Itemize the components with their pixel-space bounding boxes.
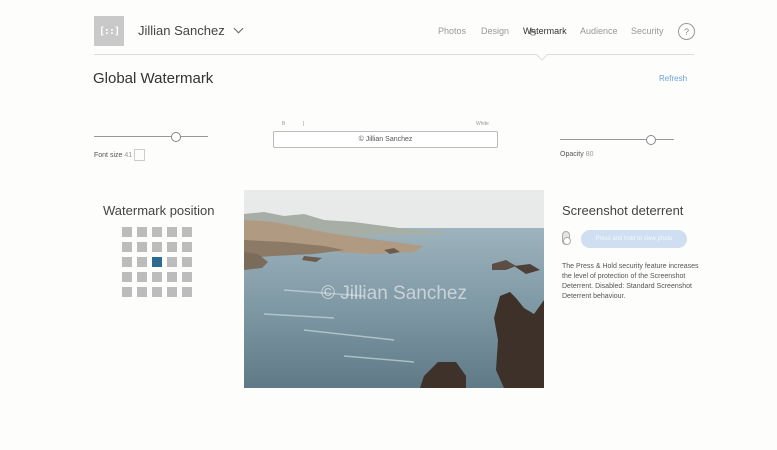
position-cell[interactable] <box>137 242 147 252</box>
opacity-slider-thumb[interactable] <box>646 134 657 145</box>
position-cell[interactable] <box>122 272 132 282</box>
opacity-value: 80 <box>585 151 594 158</box>
position-cell[interactable] <box>137 287 147 297</box>
position-cell[interactable] <box>137 272 147 282</box>
font-size-value: 41 <box>124 151 133 159</box>
position-cell[interactable] <box>122 227 132 237</box>
preview-watermark-text: © Jillian Sanchez <box>320 283 468 304</box>
position-cell[interactable] <box>167 287 177 297</box>
nav-photos[interactable]: Photos <box>438 26 466 36</box>
press-hold-toggle[interactable] <box>562 231 571 245</box>
screenshot-deterrent-description: The Press & Hold security feature increa… <box>562 263 699 300</box>
position-cell[interactable] <box>152 227 162 237</box>
brand-logo[interactable]: [::] <box>94 16 124 46</box>
nav-audience[interactable]: Audience <box>580 26 618 36</box>
opacity-label-text: Opacity <box>560 151 584 158</box>
position-cell[interactable] <box>182 242 192 252</box>
watermark-text-input[interactable]: © Jillian Sanchez <box>273 131 498 148</box>
opacity-slider[interactable] <box>560 134 674 145</box>
font-size-label: Font size 41 <box>94 149 146 161</box>
position-cell[interactable] <box>152 242 162 252</box>
chevron-down-icon <box>233 23 244 34</box>
nav-security[interactable]: Security <box>631 26 664 36</box>
color-slider-start-label: B <box>282 121 286 127</box>
toggle-knob <box>563 237 571 245</box>
font-size-input[interactable] <box>134 149 146 161</box>
refresh-link[interactable]: Refresh <box>659 74 687 83</box>
position-cell[interactable] <box>122 257 132 267</box>
font-size-slider-thumb[interactable] <box>171 131 182 142</box>
screenshot-deterrent-title: Screenshot deterrent <box>562 203 684 218</box>
position-cell[interactable] <box>182 272 192 282</box>
header-divider <box>94 54 694 55</box>
position-cell[interactable] <box>152 257 162 267</box>
font-size-slider[interactable] <box>94 131 208 142</box>
position-cell[interactable] <box>152 272 162 282</box>
position-cell[interactable] <box>137 227 147 237</box>
watermark-text-value: © Jillian Sanchez <box>358 136 413 143</box>
position-cell[interactable] <box>137 257 147 267</box>
hand-cursor-icon <box>529 28 536 36</box>
color-slider-handle[interactable] <box>303 121 304 126</box>
page-title: Global Watermark <box>93 70 214 87</box>
position-cell[interactable] <box>152 287 162 297</box>
preview-image: © Jillian Sanchez <box>244 190 544 388</box>
position-cell[interactable] <box>182 257 192 267</box>
press-hold-button[interactable]: Press and hold to view photo <box>581 230 687 248</box>
logo-mark: [::] <box>98 25 120 37</box>
color-slider-end-label: White <box>476 121 489 127</box>
watermark-position-title: Watermark position <box>103 203 215 218</box>
watermark-position-grid <box>122 227 192 297</box>
position-cell[interactable] <box>122 242 132 252</box>
help-icon: ? <box>683 26 689 37</box>
position-cell[interactable] <box>122 287 132 297</box>
position-cell[interactable] <box>182 287 192 297</box>
active-tab-caret <box>536 49 548 61</box>
help-button[interactable]: ? <box>678 23 695 40</box>
opacity-label: Opacity 80 <box>560 151 593 158</box>
position-cell[interactable] <box>167 272 177 282</box>
position-cell[interactable] <box>167 227 177 237</box>
user-name: Jillian Sanchez <box>138 23 225 38</box>
position-cell[interactable] <box>182 227 192 237</box>
nav-design[interactable]: Design <box>481 26 509 36</box>
position-cell[interactable] <box>167 257 177 267</box>
font-size-label-text: Font size <box>94 151 123 159</box>
user-menu[interactable]: Jillian Sanchez <box>138 23 244 38</box>
press-hold-button-label: Press and hold to view photo <box>595 236 673 242</box>
position-cell[interactable] <box>167 242 177 252</box>
